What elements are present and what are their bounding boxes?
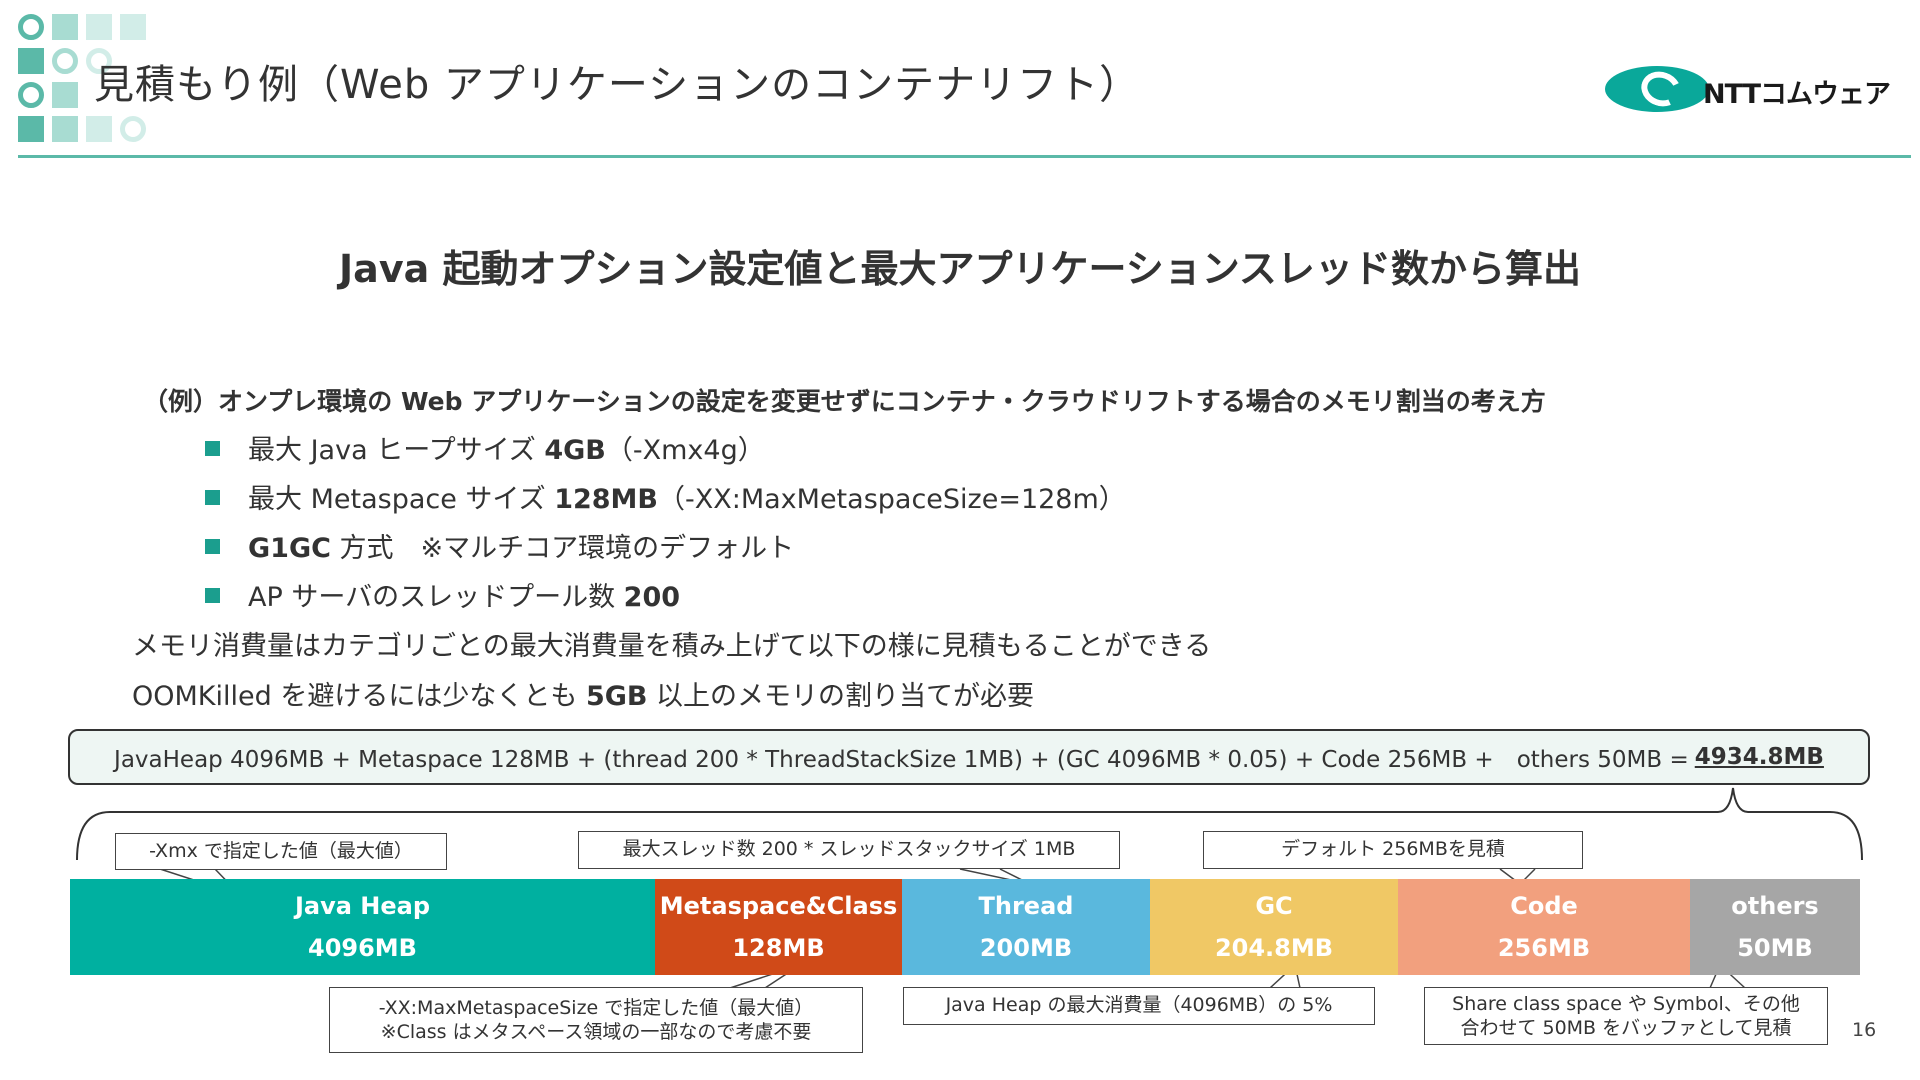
segment-label: Metaspace&Class (659, 892, 898, 920)
header-divider (18, 155, 1911, 158)
deco-square (18, 116, 44, 142)
formula-box: JavaHeap 4096MB + Metaspace 128MB + (thr… (68, 729, 1870, 785)
segment-others: others 50MB (1690, 879, 1860, 975)
bullet-square-icon (205, 490, 220, 505)
segment-label: Thread (978, 892, 1074, 920)
logo-text: NTTコムウェア (1703, 79, 1891, 110)
segment-java-heap: Java Heap 4096MB (70, 879, 655, 975)
requirement-text: OOMKilled を避けるには少なくとも 5GB 以上のメモリの割り当てが必要 (132, 681, 1035, 712)
explanation-text: メモリ消費量はカテゴリごとの最大消費量を積み上げて以下の様に見積もることができる (132, 631, 1212, 662)
segment-label: Code (1510, 892, 1578, 920)
bullet-item: 最大 Java ヒープサイズ 4GB（-Xmx4g） (205, 428, 765, 467)
segment-value: 128MB (732, 934, 825, 962)
page-number: 16 (1852, 1019, 1877, 1041)
deco-square (18, 48, 44, 74)
segment-value: 256MB (1497, 934, 1591, 962)
company-logo: NTTコムウェア (1605, 62, 1891, 114)
metaspace-callout: -XX:MaxMetaspaceSize で指定した値（最大値） ※Class … (329, 987, 863, 1053)
slide-title: 見積もり例（Web アプリケーションのコンテナリフト） (94, 62, 1141, 108)
deco-circle (52, 48, 78, 74)
deco-circle (120, 116, 146, 142)
deco-square (120, 14, 146, 40)
segment-gc: GC 204.8MB (1150, 879, 1398, 975)
deco-square (52, 82, 78, 108)
segment-label: Java Heap (294, 892, 431, 920)
bullet-item: G1GC 方式 ※マルチコア環境のデフォルト (205, 526, 794, 565)
deco-circle (18, 82, 44, 108)
main-heading: Java 起動オプション設定値と最大アプリケーションスレッド数から算出 (339, 247, 1581, 291)
bullet-item: 最大 Metaspace サイズ 128MB（-XX:MaxMetaspaceS… (205, 477, 1126, 516)
bullet-square-icon (205, 588, 220, 603)
segment-code: Code 256MB (1398, 879, 1690, 975)
memory-breakdown-bar: Java Heap 4096MB Metaspace&Class 128MB T… (70, 879, 1860, 975)
segment-value: 204.8MB (1214, 934, 1334, 962)
heap-callout: -Xmx で指定した値（最大値） (115, 833, 447, 870)
segment-value: 200MB (979, 934, 1073, 962)
segment-label: others (1731, 892, 1819, 920)
others-callout: Share class space や Symbol、その他 合わせて 50MB… (1424, 987, 1828, 1045)
deco-square (86, 116, 112, 142)
example-heading: （例）オンプレ環境の Web アプリケーションの設定を変更せずにコンテナ・クラウ… (143, 387, 1546, 416)
deco-square (52, 14, 78, 40)
segment-value: 4096MB (308, 934, 417, 962)
deco-square (52, 116, 78, 142)
formula-total: 4934.8MB (1694, 744, 1824, 770)
bullet-item: AP サーバのスレッドプール数 200 (205, 575, 680, 614)
thread-callout: 最大スレッド数 200 * スレッドスタックサイズ 1MB (578, 831, 1120, 869)
bullet-square-icon (205, 441, 220, 456)
bullet-square-icon (205, 539, 220, 554)
segment-thread: Thread 200MB (902, 879, 1150, 975)
segment-metaspace: Metaspace&Class 128MB (655, 879, 902, 975)
segment-value: 50MB (1737, 934, 1813, 962)
segment-label: GC (1255, 892, 1293, 920)
deco-circle (18, 14, 44, 40)
code-callout: デフォルト 256MBを見積 (1203, 831, 1583, 869)
formula-text: JavaHeap 4096MB + Metaspace 128MB + (thr… (114, 747, 1689, 773)
gc-callout: Java Heap の最大消費量（4096MB）の 5% (903, 987, 1375, 1025)
deco-square (86, 14, 112, 40)
